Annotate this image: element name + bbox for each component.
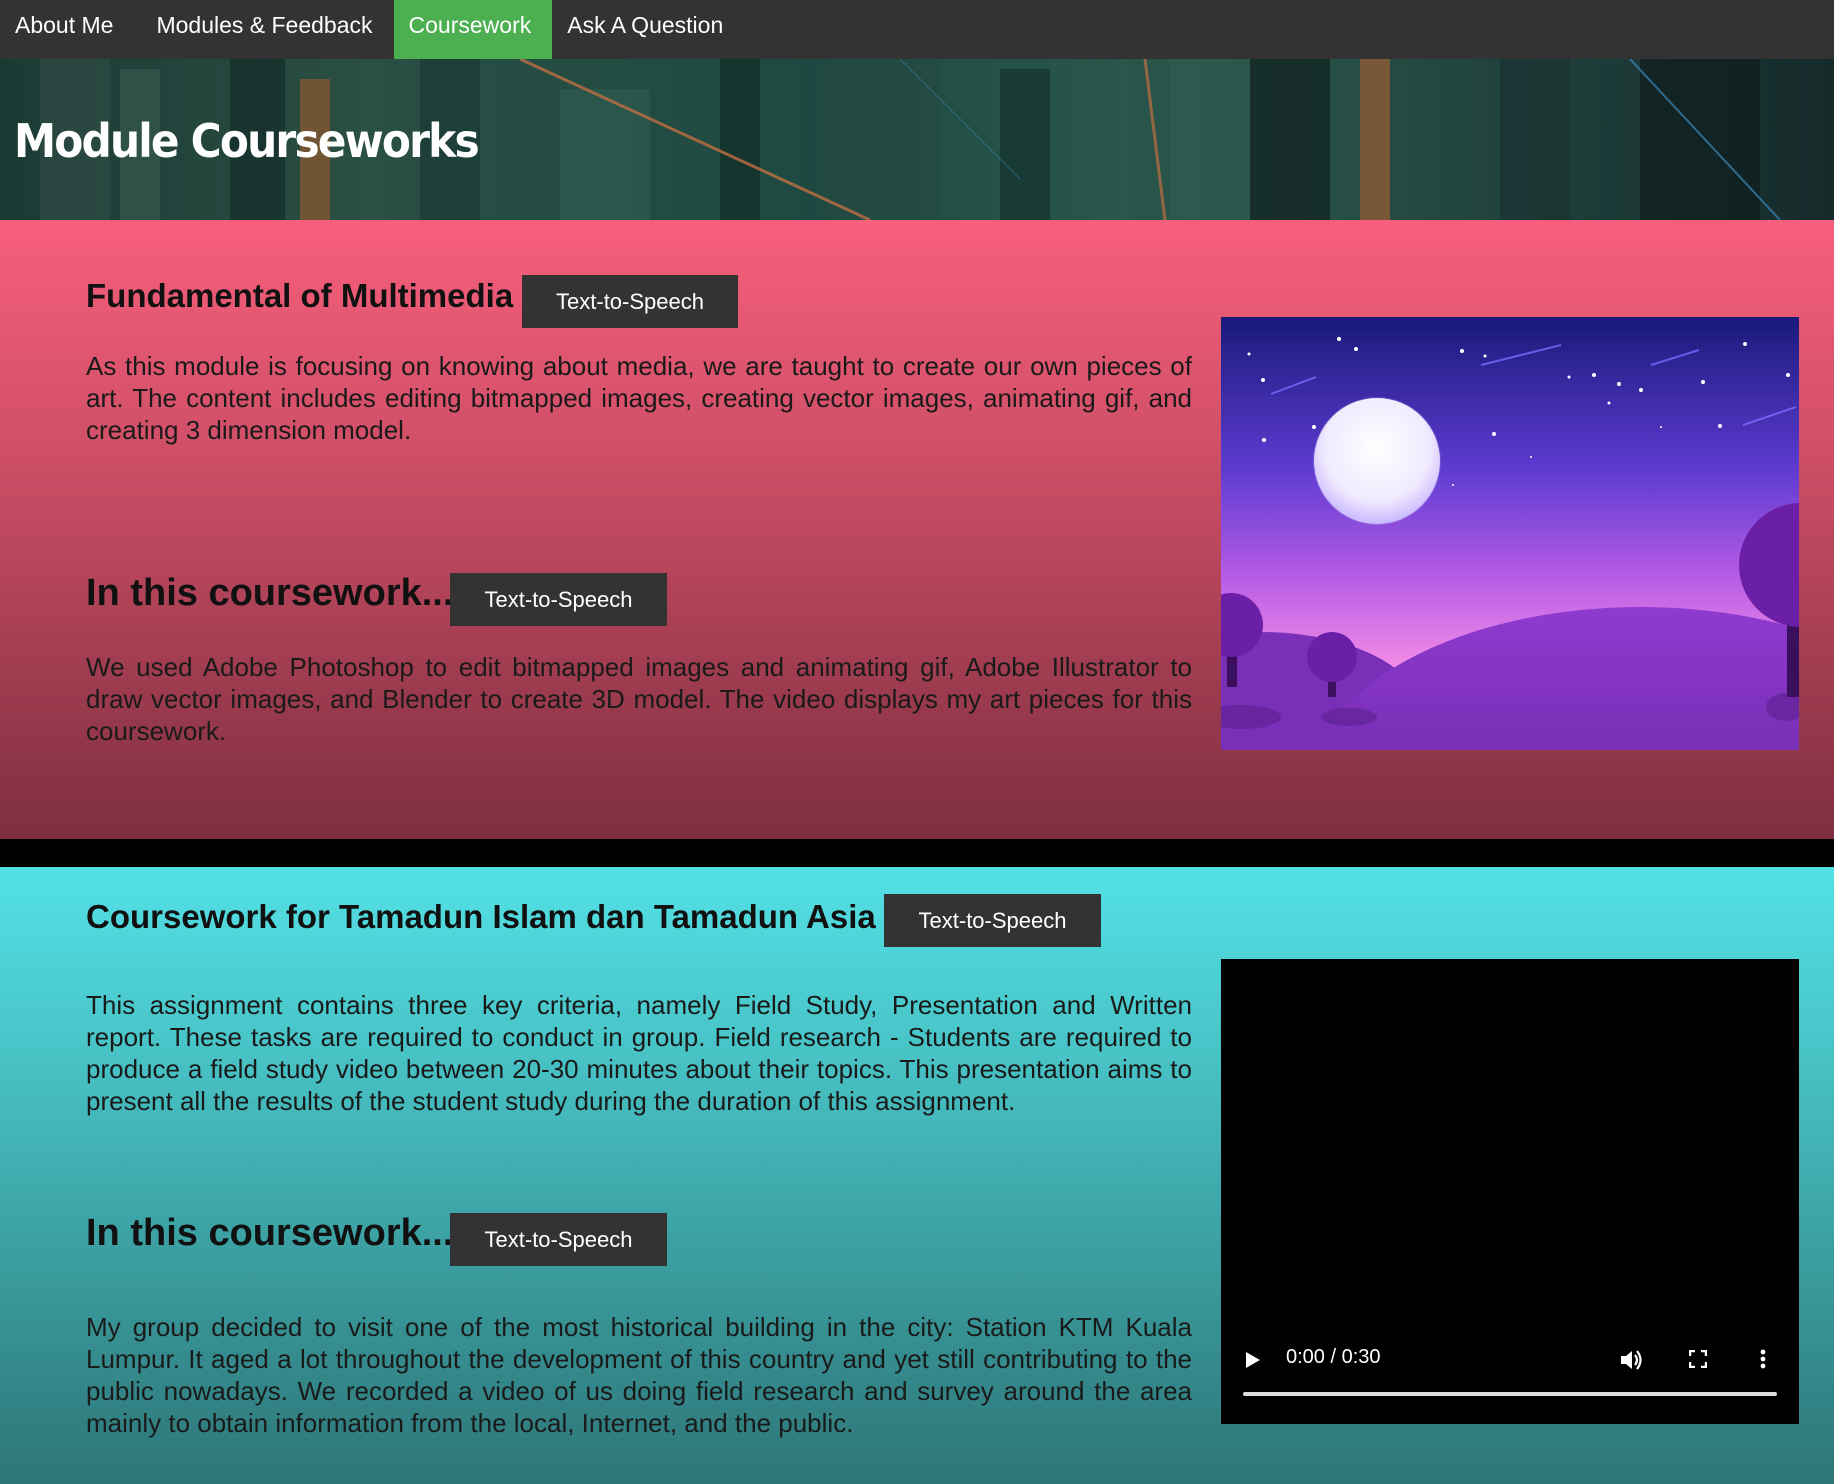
multimedia-description: As this module is focusing on knowing ab… — [86, 351, 1192, 445]
nav-about-me[interactable]: About Me — [0, 0, 134, 59]
multimedia-tts-button[interactable]: Text-to-Speech — [522, 275, 738, 328]
nav-modules-feedback[interactable]: Modules & Feedback — [134, 0, 393, 59]
tamadun-tts-button[interactable]: Text-to-Speech — [884, 894, 1101, 947]
multimedia-sub-description: We used Adobe Photoshop to edit bitmappe… — [86, 652, 1192, 746]
tamadun-sub-tts-button[interactable]: Text-to-Speech — [450, 1213, 667, 1266]
top-nav: About Me Modules & Feedback Coursework A… — [0, 0, 1834, 59]
video-progress-bar[interactable] — [1243, 1392, 1777, 1396]
multimedia-sub-tts-button[interactable]: Text-to-Speech — [450, 573, 667, 626]
page-title: Module Courseworks — [14, 114, 480, 168]
hero-banner: Module Courseworks — [0, 59, 1834, 220]
play-icon[interactable] — [1245, 1351, 1261, 1369]
more-options-icon[interactable] — [1760, 1349, 1766, 1369]
nav-ask-question[interactable]: Ask A Question — [552, 0, 744, 59]
video-controls: 0:00 / 0:30 — [1221, 1344, 1799, 1424]
video-player[interactable]: 0:00 / 0:30 — [1221, 959, 1799, 1424]
nav-coursework[interactable]: Coursework — [393, 0, 553, 59]
tamadun-title: Coursework for Tamadun Islam dan Tamadun… — [86, 898, 876, 935]
video-time: 0:00 / 0:30 — [1286, 1346, 1381, 1368]
multimedia-title: Fundamental of Multimedia — [86, 277, 514, 314]
fullscreen-icon[interactable] — [1689, 1350, 1707, 1368]
artwork-image — [1221, 317, 1799, 750]
tamadun-subheading: In this coursework... — [86, 1212, 454, 1254]
tamadun-description: This assignment contains three key crite… — [86, 990, 1192, 1116]
multimedia-subheading: In this coursework... — [86, 572, 454, 614]
volume-icon[interactable] — [1620, 1349, 1644, 1371]
tamadun-sub-description: My group decided to visit one of the mos… — [86, 1312, 1192, 1438]
